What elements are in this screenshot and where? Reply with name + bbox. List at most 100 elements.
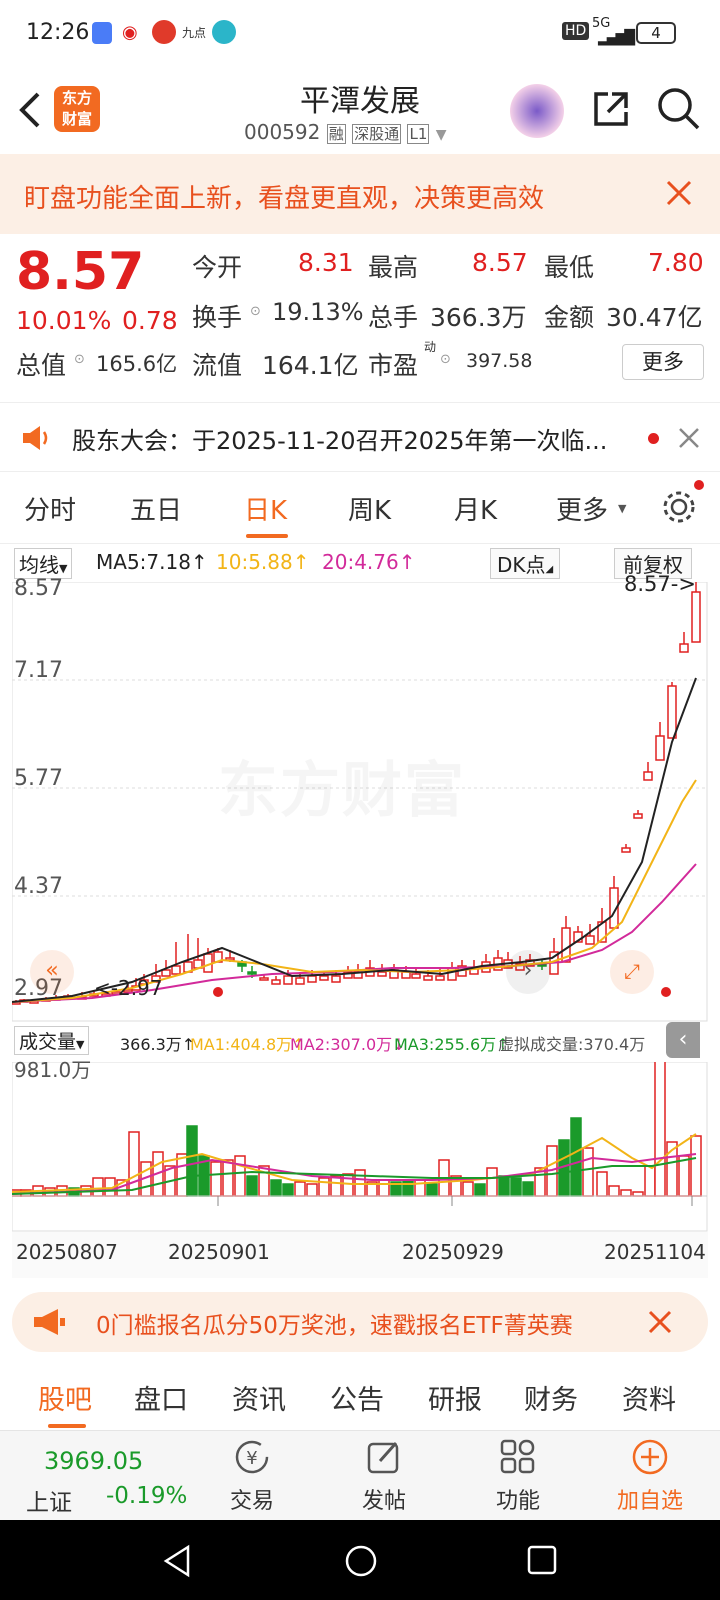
quote-panel: 8.57 10.01% 0.78 今开 8.31 最高 8.57 最低 7.80…	[0, 234, 720, 402]
close-icon[interactable]	[664, 178, 694, 208]
announcement-bar[interactable]: 股东大会：于2025-11-20召开2025年第一次临...	[0, 402, 720, 472]
candle-body	[171, 965, 181, 975]
dk-point-label: DK点	[497, 553, 546, 577]
badge-sgt: 深股通	[352, 124, 402, 144]
volume-label: 总手	[368, 303, 419, 332]
volume-bar	[282, 1183, 294, 1197]
chevron-down-icon[interactable]: ▼	[436, 127, 447, 143]
event-dot[interactable]	[213, 987, 223, 997]
candle-body	[247, 971, 257, 975]
virtual-volume: 虚拟成交量:370.4万	[498, 1035, 646, 1054]
active-info-tab-indicator	[48, 1424, 86, 1428]
tab-profile[interactable]: 资料	[622, 1378, 676, 1417]
tab-more[interactable]: 更多	[556, 490, 608, 527]
tab-five-day[interactable]: 五日	[130, 490, 182, 527]
unread-dot	[648, 433, 659, 444]
corner-arrow-icon: ◢	[545, 564, 554, 575]
pe-value: 397.58	[466, 350, 533, 372]
battery-icon: 4	[636, 22, 676, 44]
hd-badge: HD	[562, 22, 590, 40]
search-icon[interactable]	[656, 86, 702, 132]
candle-body	[655, 735, 665, 761]
nav-recents-icon[interactable]	[526, 1544, 558, 1576]
ma5-value: MA5:7.18↑	[96, 550, 208, 574]
volume-max-label: 981.0万	[14, 1058, 92, 1082]
megaphone-icon	[34, 1309, 65, 1335]
info-icon[interactable]: ⊙	[74, 352, 85, 367]
volume-bar	[378, 1179, 390, 1197]
banner-text: 盯盘功能全面上新，看盘更直观，决策更高效	[24, 184, 545, 214]
speaker-icon	[23, 426, 48, 450]
feature-banner[interactable]: 盯盘功能全面上新，看盘更直观，决策更高效	[0, 154, 720, 234]
stock-code: 000592	[244, 120, 321, 144]
last-price: 8.57	[16, 242, 145, 302]
volume-selector-label: 成交量	[19, 1031, 77, 1053]
candle-body	[259, 977, 269, 981]
event-dot[interactable]	[661, 987, 671, 997]
tab-intraday[interactable]: 分时	[24, 490, 76, 527]
app-notification-icon-2	[152, 20, 176, 44]
volume-bar	[306, 1183, 318, 1197]
add-watchlist-button[interactable]: 加自选	[608, 1437, 692, 1515]
volume-bar	[318, 1177, 330, 1197]
app-notification-icon	[92, 22, 112, 44]
notice-text: 股东大会：于2025-11-20召开2025年第一次临...	[72, 427, 608, 455]
fullscreen-icon[interactable]: ⤢	[610, 950, 654, 994]
info-icon[interactable]: ⊙	[440, 352, 451, 367]
function-label: 功能	[495, 1489, 540, 1514]
volume-bar	[510, 1177, 522, 1197]
tab-weekly-k[interactable]: 周K	[348, 490, 391, 527]
volume-selector[interactable]: 成交量▼	[14, 1026, 90, 1055]
ma-selector[interactable]: 均线▼	[14, 548, 73, 579]
candle-body	[295, 977, 305, 985]
volume-bar	[176, 1153, 188, 1197]
index-change[interactable]: -0.19%	[106, 1483, 187, 1509]
amount-value: 30.47亿	[606, 303, 703, 332]
trade-label: 交易	[229, 1489, 274, 1514]
trade-button[interactable]: ¥ 交易	[220, 1437, 284, 1515]
nav-back-icon[interactable]	[162, 1544, 194, 1578]
svg-text:¥: ¥	[246, 1448, 257, 1469]
function-button[interactable]: 功能	[486, 1437, 550, 1515]
promo-banner[interactable]: 0门槛报名瓜分50万奖池，速戳报名ETF菁英赛	[12, 1292, 708, 1352]
promo-text: 0门槛报名瓜分50万奖池，速戳报名ETF菁英赛	[96, 1313, 573, 1339]
weibo-icon: ◉	[122, 22, 138, 43]
scroll-left-icon[interactable]: «	[30, 950, 74, 994]
tab-pankou[interactable]: 盘口	[134, 1378, 188, 1417]
volume-bar	[608, 1185, 620, 1197]
candle-body	[643, 771, 653, 781]
dk-point-button[interactable]: DK点◢	[490, 548, 561, 579]
candle-body	[423, 975, 433, 981]
index-value[interactable]: 3969.05	[44, 1447, 143, 1475]
volume-chart[interactable]: 981.0万	[10, 1041, 708, 1232]
low-label: 最低	[544, 253, 595, 282]
index-name[interactable]: 上证	[26, 1483, 72, 1517]
post-button[interactable]: 发帖	[352, 1437, 416, 1515]
scroll-right-icon[interactable]: ›	[506, 950, 550, 994]
tab-monthly-k[interactable]: 月K	[454, 490, 497, 527]
high-label: 最高	[368, 253, 419, 282]
tab-daily-k[interactable]: 日K	[244, 490, 287, 527]
nav-home-icon[interactable]	[344, 1544, 378, 1578]
volume-svg[interactable]	[10, 1041, 708, 1232]
tab-guba[interactable]: 股吧	[38, 1378, 92, 1417]
tab-research[interactable]: 研报	[428, 1378, 482, 1417]
share-icon[interactable]	[590, 88, 632, 130]
tab-news[interactable]: 资讯	[232, 1378, 286, 1417]
post-label: 发帖	[361, 1489, 406, 1514]
close-icon[interactable]	[648, 1310, 672, 1334]
ai-assistant-icon[interactable]	[510, 84, 564, 138]
badge-rong: 融	[326, 124, 346, 144]
close-icon[interactable]	[678, 427, 700, 449]
volume-bar	[402, 1179, 414, 1197]
info-icon[interactable]: ⊙	[250, 304, 261, 319]
tab-finance[interactable]: 财务	[524, 1378, 578, 1417]
volume-bar	[596, 1171, 608, 1197]
tab-announcements[interactable]: 公告	[330, 1378, 384, 1417]
volume-bar	[270, 1179, 282, 1197]
settings-gear-icon[interactable]	[660, 488, 698, 526]
collapse-panel-icon[interactable]: ‹	[666, 1022, 700, 1058]
system-nav-bar	[0, 1520, 720, 1600]
kline-chart[interactable]: 8.57 7.17 5.77 4.37 2.97 8.57-> <-2.97 东…	[11, 572, 708, 1022]
more-button[interactable]: 更多	[622, 344, 704, 380]
